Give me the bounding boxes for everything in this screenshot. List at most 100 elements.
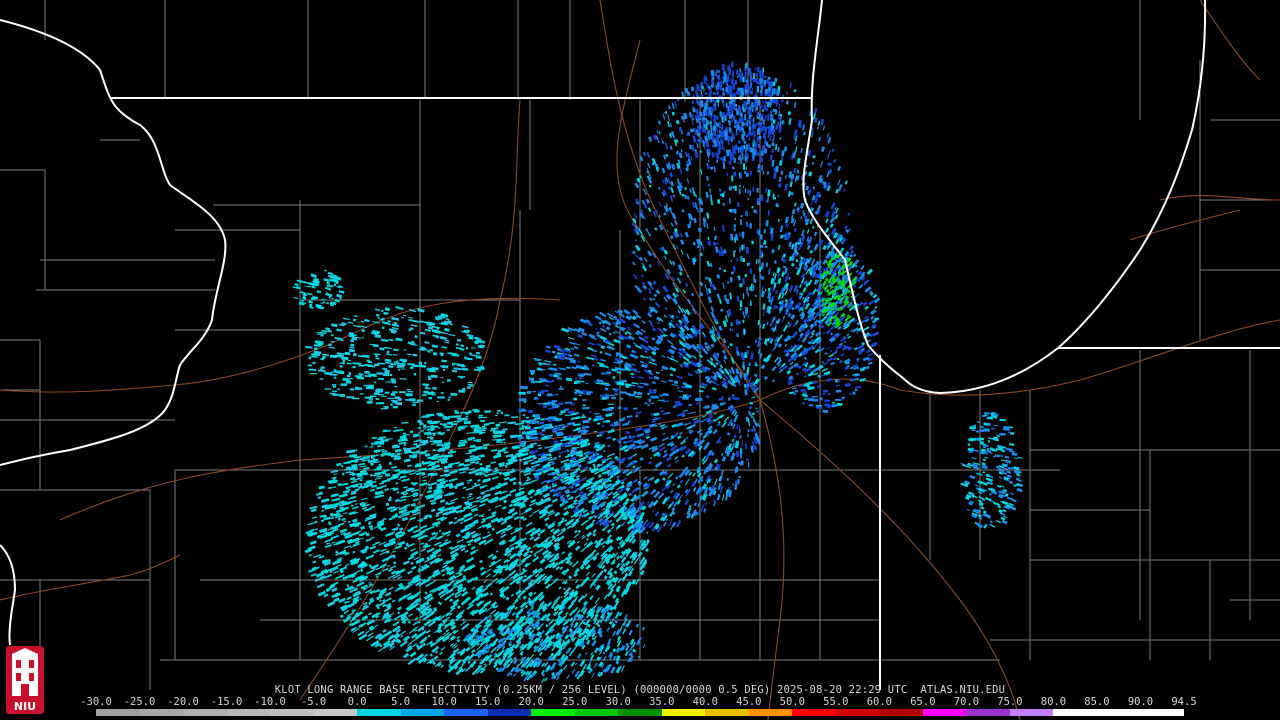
radar-echo	[333, 376, 337, 379]
radar-echo	[379, 437, 384, 441]
radar-echo	[739, 172, 741, 178]
radar-echo	[756, 85, 760, 93]
radar-echo	[751, 240, 754, 245]
radar-echo	[393, 430, 397, 433]
radar-echo	[518, 408, 522, 411]
radar-echo	[560, 410, 566, 414]
radar-echo	[417, 419, 422, 423]
radar-echo	[585, 392, 591, 395]
radar-echo	[678, 396, 684, 398]
radar-echo	[473, 424, 478, 428]
radar-echo	[381, 395, 387, 397]
radar-echo	[530, 380, 536, 384]
radar-echo	[457, 427, 462, 432]
radar-echo	[727, 397, 731, 401]
radar-echo	[500, 411, 504, 415]
radar-echo	[403, 443, 406, 446]
radar-echo	[390, 403, 393, 406]
radar-echo	[607, 394, 615, 397]
radar-echo	[440, 392, 444, 395]
radar-echo	[672, 405, 677, 408]
radar-echo	[413, 434, 418, 438]
radar-echo	[328, 343, 332, 347]
radar-echo	[422, 383, 430, 386]
radar-echo	[732, 186, 735, 189]
radar-echo	[359, 373, 364, 376]
radar-echo	[534, 414, 541, 418]
radar-echo	[740, 255, 743, 262]
radar-echo	[582, 399, 587, 401]
radar-echo	[407, 390, 414, 393]
radar-echo	[364, 370, 370, 374]
radar-echo	[432, 352, 438, 356]
radar-echo	[526, 390, 531, 395]
radar-echo	[605, 387, 609, 391]
radar-echo	[742, 361, 745, 365]
radar-echo	[374, 392, 380, 395]
radar-echo	[319, 368, 323, 372]
radar-echo	[387, 397, 395, 400]
radar-echo	[745, 443, 748, 450]
radar-echo	[406, 388, 411, 391]
radar-echo	[467, 386, 471, 389]
radar-echo	[551, 379, 555, 382]
radar-echo	[728, 160, 732, 165]
radar-echo	[653, 389, 657, 392]
radar-echo	[612, 375, 616, 380]
radar-echo	[742, 319, 745, 323]
radar-echo	[497, 409, 501, 412]
radar-echo	[728, 187, 732, 191]
radar-echo	[384, 391, 390, 394]
radar-echo	[526, 424, 530, 428]
radar-map	[0, 0, 1280, 720]
radar-echo	[354, 375, 362, 378]
radar-echo	[691, 117, 695, 121]
radar-echo	[409, 430, 414, 434]
radar-echo	[383, 450, 387, 453]
radar-echo	[376, 388, 384, 391]
radar-echo	[427, 375, 431, 378]
radar-echo	[462, 387, 466, 391]
radar-echo	[625, 385, 630, 388]
radar-echo	[459, 376, 464, 379]
radar-echo	[340, 465, 344, 468]
radar-echo	[442, 423, 447, 427]
radar-echo	[353, 352, 357, 357]
radar-echo	[522, 414, 526, 417]
radar-echo	[730, 233, 734, 241]
radar-echo	[376, 402, 385, 405]
radar-echo	[530, 372, 535, 375]
radar-echo	[376, 449, 381, 453]
radar-echo	[369, 473, 373, 477]
radar-echo	[424, 362, 427, 365]
radar-echo	[732, 397, 740, 400]
radar-echo	[574, 389, 580, 392]
radar-echo	[535, 396, 538, 399]
radar-echo	[582, 404, 586, 407]
radar-echo	[469, 352, 472, 355]
radar-echo	[647, 404, 650, 407]
radar-echo	[430, 374, 438, 378]
radar-echo	[409, 366, 414, 370]
radar-echo	[494, 415, 498, 417]
radar-echo	[555, 394, 559, 396]
radar-echo	[428, 431, 431, 433]
radar-echo	[388, 365, 394, 368]
radar-echo	[379, 441, 385, 445]
radar-echo	[377, 377, 384, 380]
radar-echo	[753, 279, 757, 283]
radar-echo	[570, 403, 575, 406]
radar-echo	[740, 460, 744, 466]
radar-echo	[395, 396, 399, 400]
radar-echo	[562, 425, 566, 429]
radar-echo	[545, 384, 550, 387]
radar-echo	[360, 393, 364, 395]
radar-echo	[649, 388, 652, 392]
radar-echo	[747, 197, 749, 201]
radar-echo	[551, 400, 557, 403]
radar-echo	[716, 159, 719, 163]
radar-echo	[617, 407, 622, 410]
radar-echo	[366, 401, 372, 404]
radar-echo	[437, 396, 445, 399]
radar-echo	[739, 435, 742, 439]
